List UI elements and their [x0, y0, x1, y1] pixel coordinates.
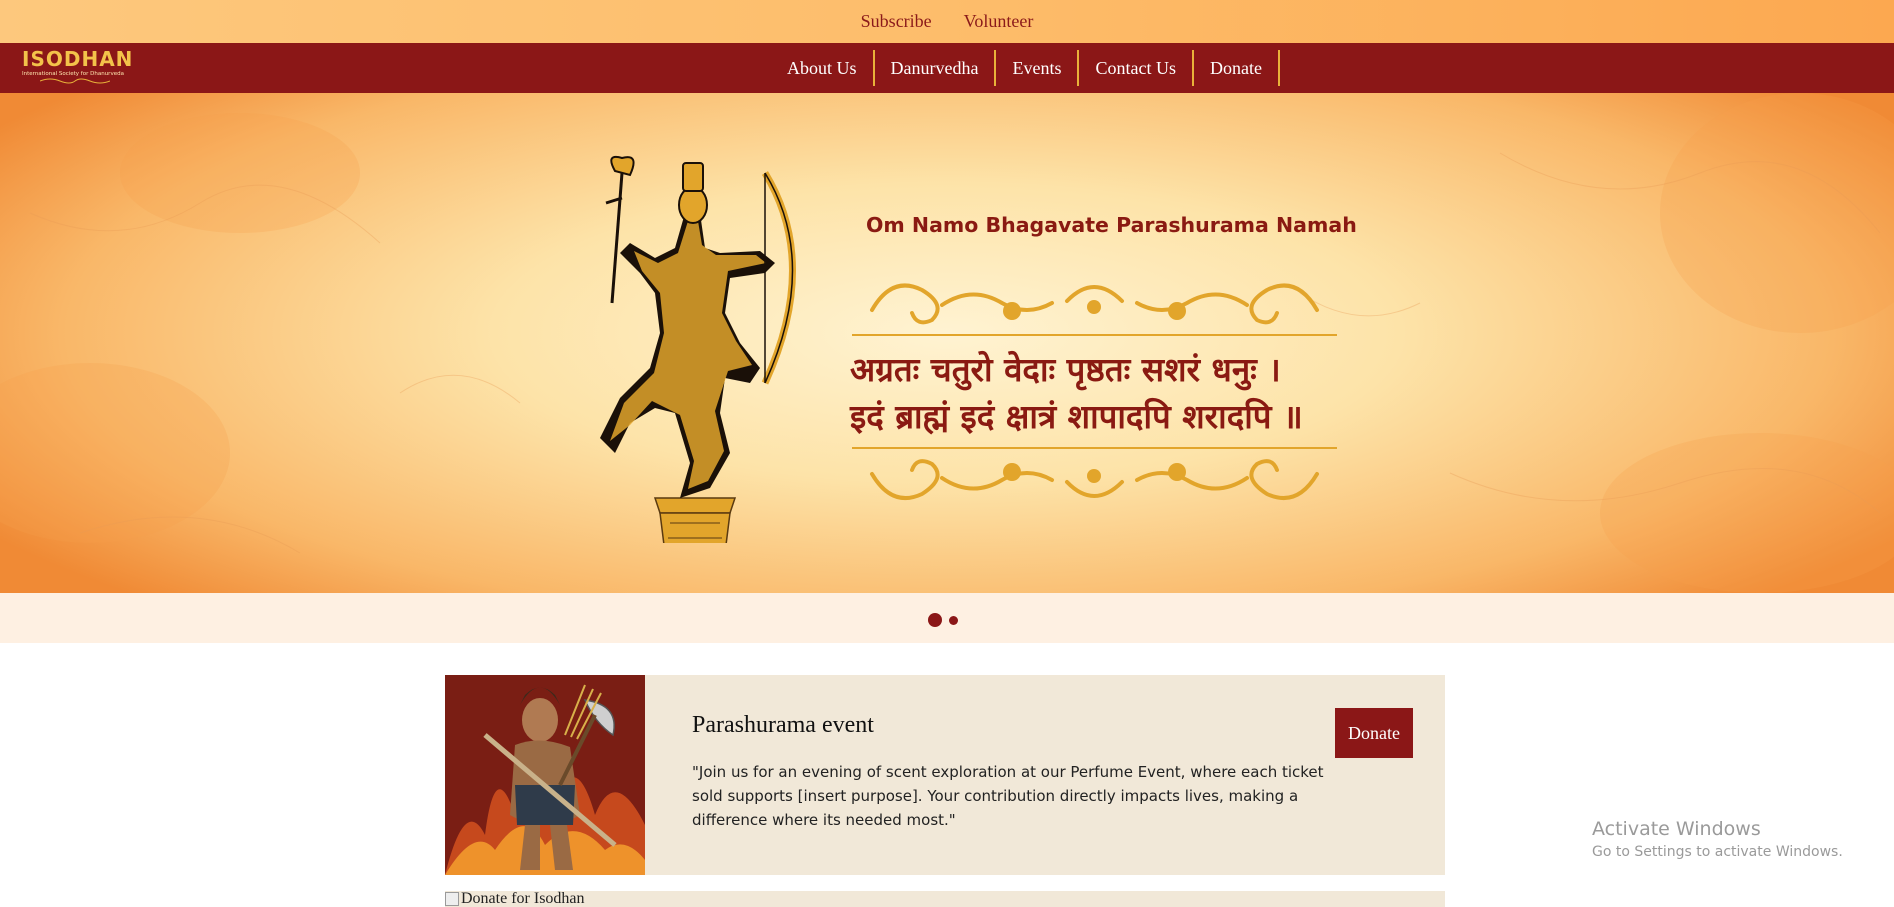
- event-donate-button[interactable]: Donate: [1335, 708, 1413, 758]
- main-navbar: ISODHAN International Society for Dhanur…: [0, 43, 1894, 93]
- parashurama-figure-icon: [600, 155, 796, 543]
- site-logo[interactable]: ISODHAN International Society for Dhanur…: [22, 49, 137, 89]
- donate-image-alt-text: Donate for Isodhan: [461, 891, 585, 907]
- donate-image-broken[interactable]: Donate for Isodhan: [445, 891, 585, 907]
- nav-item-danurvedha[interactable]: Danurvedha: [875, 50, 997, 86]
- logo-subtitle: International Society for Dhanurveda: [22, 71, 124, 77]
- carousel-dot-1[interactable]: [928, 613, 942, 627]
- top-utility-bar: Subscribe Volunteer: [0, 0, 1894, 43]
- event-title: Parashurama event: [692, 712, 874, 738]
- nav-item-contact-us[interactable]: Contact Us: [1079, 50, 1194, 86]
- bottom-ornament-icon: [852, 447, 1337, 500]
- nav-item-about-us[interactable]: About Us: [771, 50, 875, 86]
- event-image: [445, 675, 645, 875]
- event-description: "Join us for an evening of scent explora…: [692, 763, 1324, 829]
- carousel-dot-2[interactable]: [949, 616, 958, 625]
- shloka-line-1: अग्रतः चतुरो वेदाः पृष्ठतः सशरं धनुः ।: [850, 350, 1281, 389]
- event-card: Parashurama event "Join us for an evenin…: [445, 675, 1445, 875]
- hero-title: Om Namo Bhagavate Parashurama Namah: [866, 213, 1357, 237]
- hero-banner: Om Namo Bhagavate Parashurama Namah अग्र…: [0, 93, 1894, 593]
- broken-image-icon: [445, 892, 459, 906]
- parchment-texture: [0, 93, 1894, 593]
- logo-title: ISODHAN: [22, 47, 134, 71]
- top-ornament-icon: [852, 283, 1337, 336]
- donate-card: Donate for Isodhan: [445, 891, 1445, 907]
- nav-item-donate[interactable]: Donate: [1194, 50, 1280, 86]
- nav-menu: About Us Danurvedha Events Contact Us Do…: [771, 50, 1280, 86]
- carousel-indicators: [0, 593, 1894, 643]
- watermark-line-2: Go to Settings to activate Windows.: [1592, 844, 1843, 860]
- logo-ornament-icon: [40, 78, 110, 84]
- windows-activation-watermark: Activate Windows Go to Settings to activ…: [1592, 818, 1843, 860]
- volunteer-link[interactable]: Volunteer: [964, 11, 1034, 32]
- parashurama-warrior-image: [445, 675, 645, 875]
- watermark-line-1: Activate Windows: [1592, 818, 1761, 840]
- nav-item-events[interactable]: Events: [996, 50, 1080, 86]
- subscribe-link[interactable]: Subscribe: [861, 11, 932, 32]
- shloka-line-2: इदं ब्राह्मं इदं क्षात्रं शापादपि शरादपि…: [850, 397, 1303, 436]
